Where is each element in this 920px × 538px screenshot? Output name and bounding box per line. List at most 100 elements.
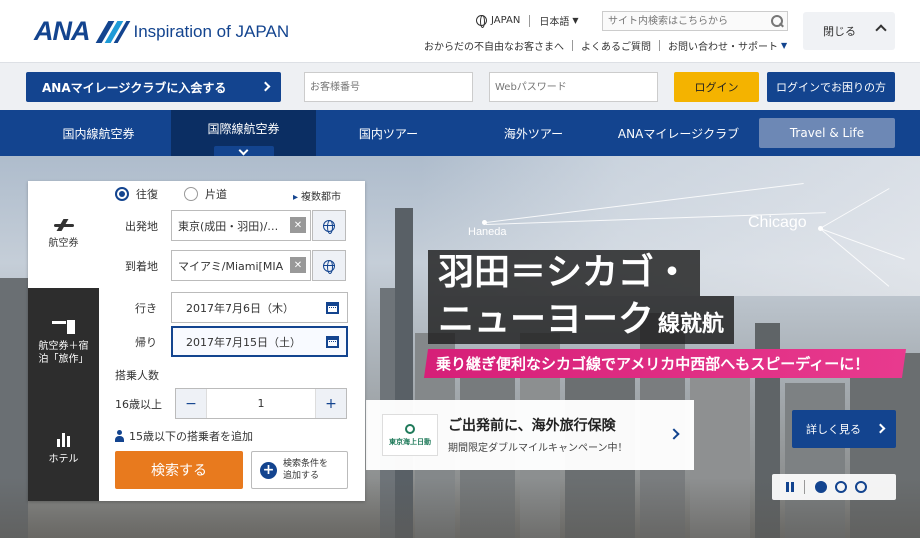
site-search-input[interactable]: [603, 12, 763, 30]
faq-link[interactable]: よくあるご質問: [581, 38, 651, 53]
headline-line-2: ニューヨーク 線就航: [428, 296, 735, 344]
person-icon: [115, 430, 125, 442]
calendar-icon[interactable]: [326, 302, 339, 314]
see-details-button[interactable]: 詳しく見る: [792, 410, 896, 448]
increment-button[interactable]: +: [316, 389, 346, 418]
tab-label: ホテル: [48, 453, 79, 465]
adult-quantity-stepper: − 1 +: [175, 388, 347, 419]
tab-hotel[interactable]: ホテル: [28, 395, 99, 501]
chevron-right-icon: [875, 423, 886, 434]
chicago-label: Chicago: [748, 214, 807, 231]
hero-subheadline-text: 乗り継ぎ便利なシカゴ線でアメリカ中西部へもスピーディーに！: [436, 355, 870, 373]
contact-support-link[interactable]: お問い合わせ・サポート: [668, 38, 778, 53]
outbound-label: 行き: [135, 302, 157, 315]
insurance-promo[interactable]: 東京海上日動 ご出発前に、海外旅行保険 期間限定ダブルマイルキャンペーン中！: [366, 400, 694, 470]
divider: [529, 14, 531, 27]
tab-flight-hotel[interactable]: 航空券＋宿泊「旅作」: [28, 288, 99, 395]
globe-icon: [476, 15, 487, 28]
return-date-value: 2017年7月15日（土）: [186, 335, 301, 349]
passengers-title: 搭乗人数: [115, 369, 159, 382]
nav-domestic-tours[interactable]: 国内ツアー: [316, 110, 461, 156]
return-date-input[interactable]: 2017年7月15日（土）: [171, 326, 348, 357]
haneda-marker: [482, 220, 487, 225]
close-label: 閉じる: [823, 25, 856, 38]
amc-join-button[interactable]: ANAマイレージクラブに入会する: [26, 72, 281, 102]
calendar-icon[interactable]: [326, 336, 339, 348]
chevron-right-icon: [668, 428, 680, 440]
nav-international-flights[interactable]: 国際線航空券: [171, 110, 316, 156]
logo-tagline: Inspiration of JAPAN: [133, 21, 290, 41]
chicago-marker: [818, 226, 823, 231]
plane-hotel-icon: [51, 318, 76, 334]
customer-number-field[interactable]: [304, 72, 473, 102]
tokio-marine-logo: 東京海上日動: [382, 414, 438, 456]
outbound-date-value: 2017年7月6日（木）: [186, 301, 294, 315]
chevron-down-icon: ▼: [781, 41, 788, 50]
login-button[interactable]: ログイン: [674, 72, 759, 102]
add-conditions-line-1: 検索条件を: [283, 459, 329, 469]
clear-destination-icon[interactable]: ✕: [290, 257, 306, 273]
login-bar: ANAマイレージクラブに入会する ログイン ログインでお困りの方: [0, 62, 920, 110]
logo-text: ANA: [34, 16, 90, 46]
multi-city-link[interactable]: 複数都市: [293, 188, 341, 203]
carousel-dot-2[interactable]: [835, 481, 847, 493]
chevron-up-icon: [875, 24, 887, 36]
carousel-controls: [772, 474, 896, 500]
ana-logo[interactable]: ANA Inspiration of JAPAN: [34, 16, 289, 47]
flight-search-form: 往復 片道 複数都市 出発地 東京(成田・羽田)/… ✕ 到着地 マイアミ/Mi…: [99, 181, 365, 501]
adult-count[interactable]: 1: [206, 389, 316, 418]
tab-label: 航空券＋宿泊「旅作」: [38, 340, 89, 365]
search-button[interactable]: 検索する: [115, 451, 243, 489]
one-way-radio[interactable]: [184, 187, 198, 201]
headline-line-1: 羽田＝シカゴ・: [428, 250, 701, 296]
round-trip-radio[interactable]: [115, 187, 129, 201]
tokio-marine-mark-icon: [405, 423, 415, 434]
hero-headline: 羽田＝シカゴ・ ニューヨーク 線就航: [428, 250, 735, 344]
accessibility-link[interactable]: おからだの不自由なお客さまへ: [424, 38, 564, 53]
login-help-button[interactable]: ログインでお困りの方: [767, 72, 895, 102]
clear-origin-icon[interactable]: ✕: [290, 217, 306, 233]
origin-map-button[interactable]: [312, 210, 346, 241]
hotel-icon: [56, 431, 71, 447]
nav-amc[interactable]: ANAマイレージクラブ: [606, 110, 751, 156]
destination-map-button[interactable]: [312, 250, 346, 281]
promo-title: ご出発前に、海外旅行保険: [448, 418, 616, 434]
amc-join-label: ANAマイレージクラブに入会する: [42, 80, 227, 95]
headline-cities: ニューヨーク: [438, 299, 655, 340]
nav-domestic-flights[interactable]: 国内線航空券: [26, 110, 171, 156]
headline-suffix: 線就航: [658, 312, 725, 337]
utility-links: JAPAN 日本語 ▼: [476, 13, 578, 28]
tokio-marine-logo-text: 東京海上日動: [389, 437, 431, 446]
site-header: ANA Inspiration of JAPAN JAPAN 日本語 ▼ おから…: [0, 0, 920, 62]
see-details-label: 詳しく見る: [806, 423, 861, 436]
nav-travel-life[interactable]: Travel & Life: [759, 118, 895, 148]
close-button[interactable]: 閉じる: [803, 12, 895, 50]
divider: [572, 40, 573, 51]
hero-subheadline: 乗り継ぎ便利なシカゴ線でアメリカ中西部へもスピーディーに！: [423, 349, 907, 378]
flight-search-widget: 航空券 航空券＋宿泊「旅作」 ホテル 往復 片道 複数都市 出発地 東京(成田・…: [28, 181, 365, 501]
destination-label: 到着地: [125, 260, 158, 273]
round-trip-label[interactable]: 往復: [136, 186, 158, 202]
decrement-button[interactable]: −: [176, 389, 206, 418]
carousel-dot-3[interactable]: [855, 481, 867, 493]
divider: [804, 480, 805, 494]
origin-label: 出発地: [125, 220, 158, 233]
nav-overseas-tours[interactable]: 海外ツアー: [461, 110, 606, 156]
search-icon[interactable]: [771, 15, 783, 27]
one-way-label[interactable]: 片道: [205, 186, 227, 202]
carousel-dot-1[interactable]: [815, 481, 827, 493]
outbound-date-input[interactable]: 2017年7月6日（木）: [171, 292, 348, 323]
pause-icon[interactable]: [786, 482, 794, 492]
language-selector[interactable]: 日本語: [539, 13, 569, 28]
add-conditions-line-2: 追加する: [283, 471, 320, 481]
adult-label: 16歳以上: [115, 397, 162, 411]
add-conditions-button[interactable]: + 検索条件を 追加する: [251, 451, 348, 489]
site-search: [602, 11, 788, 31]
chevron-down-icon: ▼: [572, 16, 579, 25]
add-child-link[interactable]: 15歳以下の搭乗者を追加: [115, 428, 253, 444]
nav-label: 国際線航空券: [207, 121, 280, 136]
web-password-field[interactable]: [489, 72, 658, 102]
tab-flights[interactable]: 航空券: [28, 181, 99, 288]
region-selector[interactable]: JAPAN: [491, 15, 520, 26]
plus-icon: +: [260, 461, 277, 479]
